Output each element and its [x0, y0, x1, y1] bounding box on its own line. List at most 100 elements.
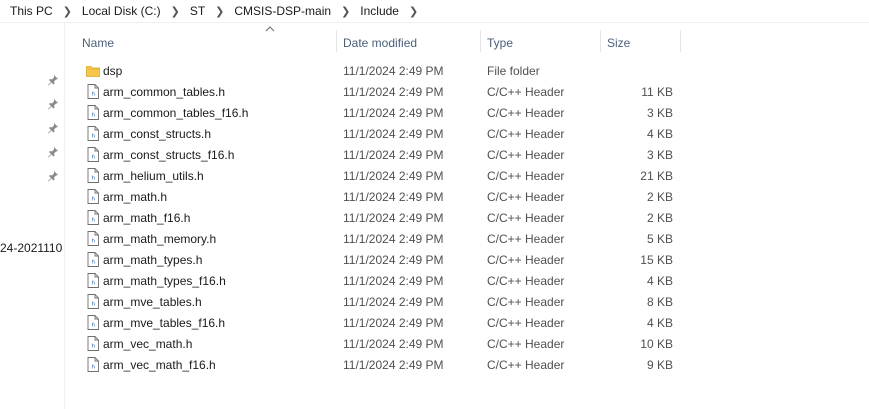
- file-name: arm_math_types.h: [103, 253, 203, 267]
- nav-item-truncated[interactable]: 24-2021110: [0, 241, 62, 255]
- file-row[interactable]: h arm_math_memory.h 11/1/2024 2:49 PM C/…: [82, 228, 682, 249]
- file-type: C/C++ Header: [487, 127, 565, 141]
- file-row[interactable]: h arm_const_structs_f16.h 11/1/2024 2:49…: [82, 144, 682, 165]
- breadcrumb-cmsis-dsp-main[interactable]: CMSIS-DSP-main: [232, 4, 333, 18]
- file-type: File folder: [487, 64, 540, 78]
- chevron-right-icon[interactable]: ❯: [207, 5, 232, 18]
- file-name: arm_common_tables_f16.h: [103, 106, 249, 120]
- file-date-modified: 11/1/2024 2:49 PM: [343, 358, 444, 372]
- file-date-modified: 11/1/2024 2:49 PM: [343, 127, 444, 141]
- breadcrumb: This PC ❯ Local Disk (C:) ❯ ST ❯ CMSIS-D…: [0, 0, 869, 23]
- file-name: arm_math.h: [103, 190, 168, 204]
- file-name: arm_helium_utils.h: [103, 169, 204, 183]
- breadcrumb-st[interactable]: ST: [188, 4, 207, 18]
- sort-ascending-icon: [265, 26, 275, 32]
- header-file-icon: h: [86, 147, 100, 162]
- header-file-icon: h: [86, 315, 100, 330]
- header-file-icon: h: [86, 126, 100, 141]
- header-file-icon: h: [86, 357, 100, 372]
- file-row[interactable]: h arm_const_structs.h 11/1/2024 2:49 PM …: [82, 123, 682, 144]
- column-header-row: Name Date modified Type Size: [64, 22, 869, 60]
- file-date-modified: 11/1/2024 2:49 PM: [343, 106, 444, 120]
- breadcrumb-include[interactable]: Include: [358, 4, 401, 18]
- file-type: C/C++ Header: [487, 358, 565, 372]
- column-header-name[interactable]: Name: [82, 36, 114, 50]
- file-size: 2 KB: [646, 190, 673, 204]
- file-row[interactable]: h arm_vec_math.h 11/1/2024 2:49 PM C/C++…: [82, 333, 682, 354]
- header-file-icon: h: [86, 252, 100, 267]
- svg-text:h: h: [91, 239, 95, 245]
- file-date-modified: 11/1/2024 2:49 PM: [343, 253, 444, 267]
- svg-text:h: h: [91, 281, 95, 287]
- svg-text:h: h: [91, 365, 95, 371]
- column-divider[interactable]: [680, 30, 681, 52]
- file-size: 9 KB: [646, 358, 673, 372]
- file-size: 15 KB: [640, 253, 673, 267]
- column-header-size[interactable]: Size: [607, 36, 630, 50]
- svg-text:h: h: [91, 92, 95, 98]
- file-type: C/C++ Header: [487, 85, 565, 99]
- breadcrumb-this-pc[interactable]: This PC: [0, 4, 55, 18]
- file-row[interactable]: h arm_math_types_f16.h 11/1/2024 2:49 PM…: [82, 270, 682, 291]
- chevron-right-icon[interactable]: ❯: [55, 5, 80, 18]
- file-row[interactable]: h arm_common_tables_f16.h 11/1/2024 2:49…: [82, 102, 682, 123]
- file-size: 4 KB: [646, 316, 673, 330]
- pin-icon[interactable]: [47, 146, 59, 158]
- file-name: arm_vec_math_f16.h: [103, 358, 216, 372]
- file-size: 2 KB: [646, 211, 673, 225]
- column-divider[interactable]: [480, 30, 481, 52]
- chevron-right-icon[interactable]: ❯: [163, 5, 188, 18]
- header-file-icon: h: [86, 210, 100, 225]
- svg-text:h: h: [91, 323, 95, 329]
- chevron-right-icon[interactable]: ❯: [333, 5, 358, 18]
- file-type: C/C++ Header: [487, 253, 565, 267]
- file-row[interactable]: h arm_math_f16.h 11/1/2024 2:49 PM C/C++…: [82, 207, 682, 228]
- file-explorer-window: This PC ❯ Local Disk (C:) ❯ ST ❯ CMSIS-D…: [0, 0, 869, 409]
- pin-icon[interactable]: [47, 74, 59, 86]
- svg-text:h: h: [91, 176, 95, 182]
- file-row[interactable]: h arm_math.h 11/1/2024 2:49 PM C/C++ Hea…: [82, 186, 682, 207]
- file-name: arm_const_structs_f16.h: [103, 148, 235, 162]
- file-row[interactable]: dsp 11/1/2024 2:49 PM File folder: [82, 60, 682, 81]
- column-divider[interactable]: [600, 30, 601, 52]
- svg-text:h: h: [91, 260, 95, 266]
- file-date-modified: 11/1/2024 2:49 PM: [343, 169, 444, 183]
- header-file-icon: h: [86, 168, 100, 183]
- file-type: C/C++ Header: [487, 337, 565, 351]
- file-type: C/C++ Header: [487, 190, 565, 204]
- file-row[interactable]: h arm_common_tables.h 11/1/2024 2:49 PM …: [82, 81, 682, 102]
- pin-icon[interactable]: [47, 170, 59, 182]
- pin-icon[interactable]: [47, 98, 59, 110]
- file-type: C/C++ Header: [487, 295, 565, 309]
- file-name: dsp: [103, 64, 123, 78]
- file-name: arm_const_structs.h: [103, 127, 212, 141]
- svg-text:h: h: [91, 197, 95, 203]
- pin-icon[interactable]: [47, 122, 59, 134]
- file-date-modified: 11/1/2024 2:49 PM: [343, 337, 444, 351]
- breadcrumb-local-disk[interactable]: Local Disk (C:): [80, 4, 163, 18]
- file-size: 10 KB: [640, 337, 673, 351]
- chevron-right-icon[interactable]: ❯: [401, 5, 426, 18]
- file-type: C/C++ Header: [487, 169, 565, 183]
- column-header-date-modified[interactable]: Date modified: [343, 36, 417, 50]
- navigation-pane: 24-2021110: [0, 22, 65, 409]
- svg-text:h: h: [91, 134, 95, 140]
- file-size: 4 KB: [646, 274, 673, 288]
- file-type: C/C++ Header: [487, 274, 565, 288]
- file-size: 3 KB: [646, 106, 673, 120]
- file-row[interactable]: h arm_mve_tables.h 11/1/2024 2:49 PM C/C…: [82, 291, 682, 312]
- file-date-modified: 11/1/2024 2:49 PM: [343, 190, 444, 204]
- file-row[interactable]: h arm_math_types.h 11/1/2024 2:49 PM C/C…: [82, 249, 682, 270]
- column-header-type[interactable]: Type: [487, 36, 513, 50]
- file-size: 4 KB: [646, 127, 673, 141]
- column-divider[interactable]: [336, 30, 337, 52]
- file-date-modified: 11/1/2024 2:49 PM: [343, 85, 444, 99]
- file-type: C/C++ Header: [487, 316, 565, 330]
- header-file-icon: h: [86, 294, 100, 309]
- file-row[interactable]: h arm_vec_math_f16.h 11/1/2024 2:49 PM C…: [82, 354, 682, 375]
- file-name: arm_math_types_f16.h: [103, 274, 226, 288]
- file-type: C/C++ Header: [487, 106, 565, 120]
- file-size: 21 KB: [640, 169, 673, 183]
- file-row[interactable]: h arm_mve_tables_f16.h 11/1/2024 2:49 PM…: [82, 312, 682, 333]
- file-row[interactable]: h arm_helium_utils.h 11/1/2024 2:49 PM C…: [82, 165, 682, 186]
